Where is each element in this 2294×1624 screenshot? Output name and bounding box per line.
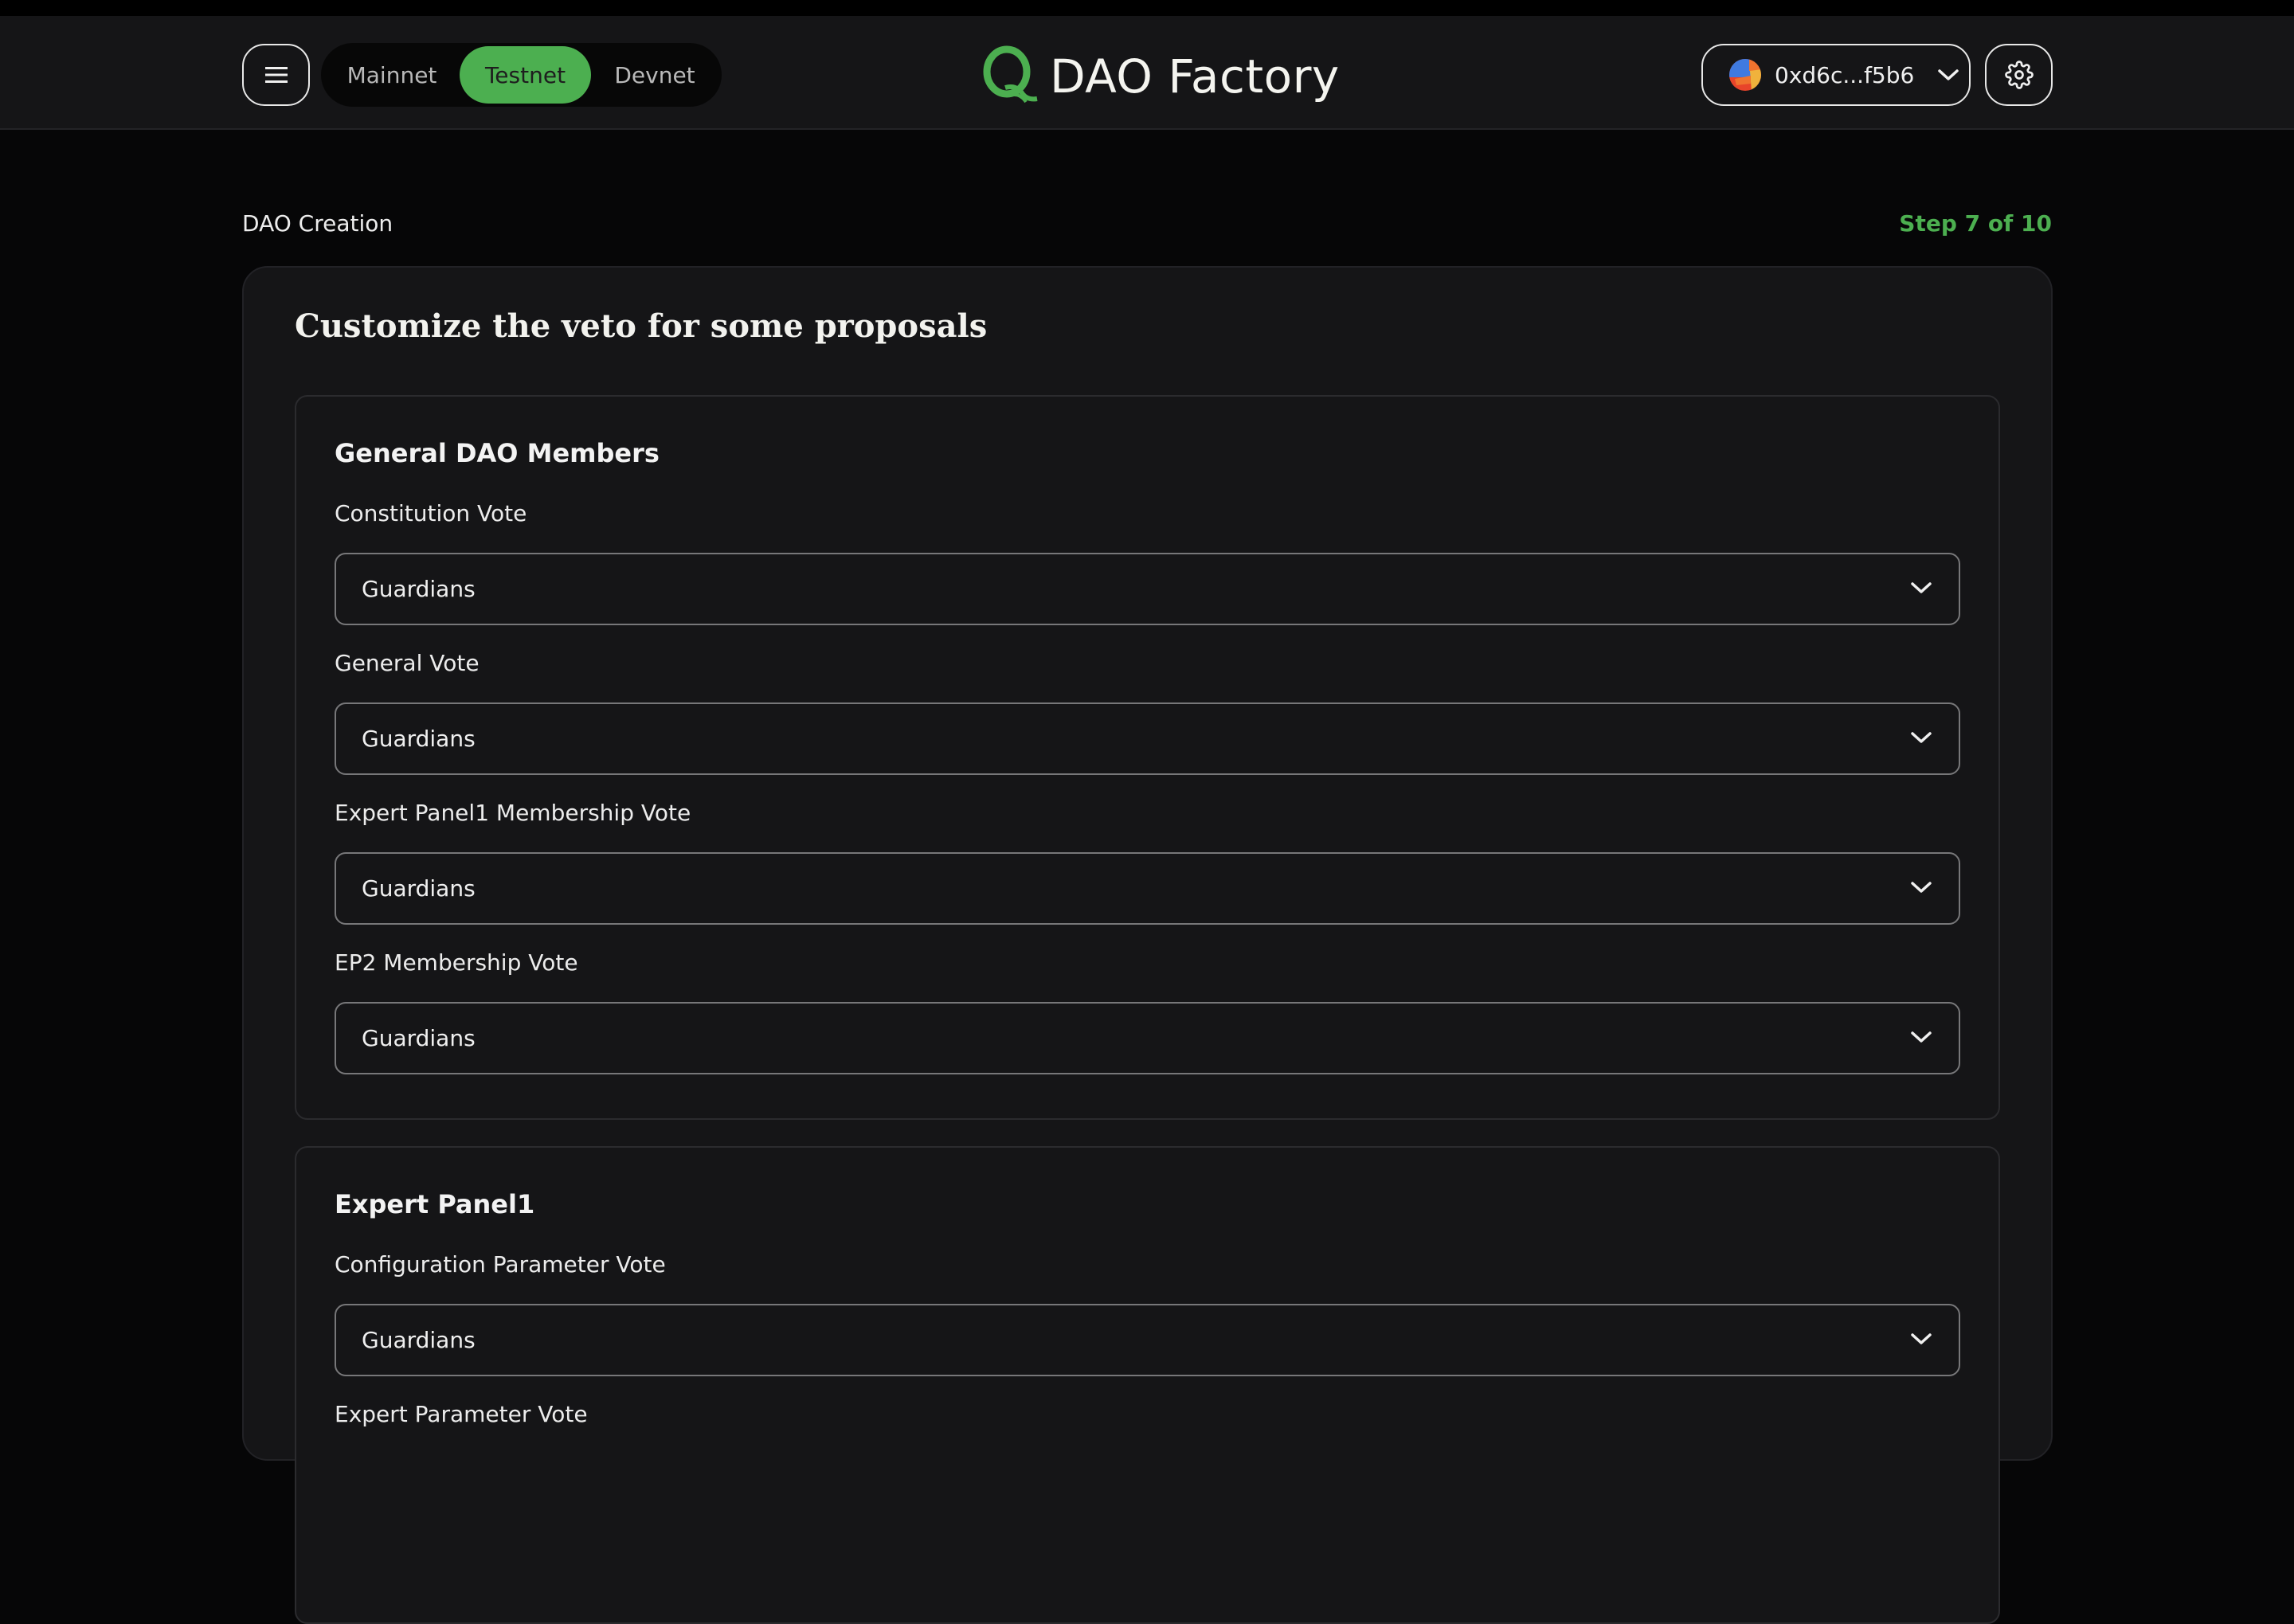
page-title: Customize the veto for some proposals: [295, 307, 988, 345]
veto-settings-card: Customize the veto for some proposals Ge…: [242, 266, 2053, 1624]
group-expert-panel1: Expert Panel1 Configuration Parameter Vo…: [295, 1146, 2000, 1624]
field-label-general-vote: General Vote: [335, 650, 480, 676]
select-value: Guardians: [362, 1327, 476, 1353]
field-label-expert-parameter-vote: Expert Parameter Vote: [335, 1401, 588, 1427]
brand[interactable]: DAO Factory: [981, 45, 1340, 108]
wallet-button[interactable]: 0xd6c...f5b6: [1701, 44, 1971, 106]
field-label-configuration-parameter-vote: Configuration Parameter Vote: [335, 1251, 666, 1278]
q-logo-icon: [981, 45, 1039, 108]
menu-button[interactable]: [242, 44, 310, 106]
chevron-down-icon: [1909, 580, 1933, 596]
select-value: Guardians: [362, 726, 476, 752]
group-general-dao-members: General DAO Members Constitution Vote Gu…: [295, 395, 2000, 1120]
select-expert-panel1-membership-vote[interactable]: Guardians: [335, 852, 1960, 925]
chevron-down-icon: [1909, 730, 1933, 745]
breadcrumb: DAO Creation: [242, 210, 393, 237]
step-indicator: Step 7 of 10: [1899, 210, 2052, 237]
select-value: Guardians: [362, 576, 476, 602]
network-switcher: Mainnet Testnet Devnet: [321, 43, 722, 107]
chevron-down-icon: [1909, 879, 1933, 895]
network-tab-devnet[interactable]: Devnet: [591, 46, 718, 104]
hamburger-menu-icon: [264, 67, 288, 83]
group-title: General DAO Members: [335, 438, 660, 468]
select-constitution-vote[interactable]: Guardians: [335, 553, 1960, 625]
wallet-avatar-icon: [1728, 58, 1762, 92]
field-label-expert-panel1-membership-vote: Expert Panel1 Membership Vote: [335, 800, 691, 826]
chevron-down-icon: [1927, 67, 1960, 83]
field-label-constitution-vote: Constitution Vote: [335, 500, 527, 526]
chevron-down-icon: [1909, 1331, 1933, 1347]
settings-button[interactable]: [1985, 44, 2053, 106]
app-header: Mainnet Testnet Devnet DAO Factory 0xd6c…: [0, 16, 2294, 130]
select-value: Guardians: [362, 1025, 476, 1051]
select-ep2-membership-vote[interactable]: Guardians: [335, 1002, 1960, 1074]
top-strip: [0, 0, 2294, 16]
group-title: Expert Panel1: [335, 1189, 535, 1219]
gear-icon: [2004, 61, 2034, 89]
select-general-vote[interactable]: Guardians: [335, 702, 1960, 775]
select-value: Guardians: [362, 875, 476, 902]
network-tab-mainnet[interactable]: Mainnet: [324, 46, 460, 104]
network-tab-testnet[interactable]: Testnet: [460, 46, 591, 104]
wallet-address: 0xd6c...f5b6: [1775, 61, 1915, 88]
brand-title: DAO Factory: [1050, 49, 1340, 104]
field-label-ep2-membership-vote: EP2 Membership Vote: [335, 949, 578, 976]
select-configuration-parameter-vote[interactable]: Guardians: [335, 1304, 1960, 1376]
chevron-down-icon: [1909, 1029, 1933, 1045]
